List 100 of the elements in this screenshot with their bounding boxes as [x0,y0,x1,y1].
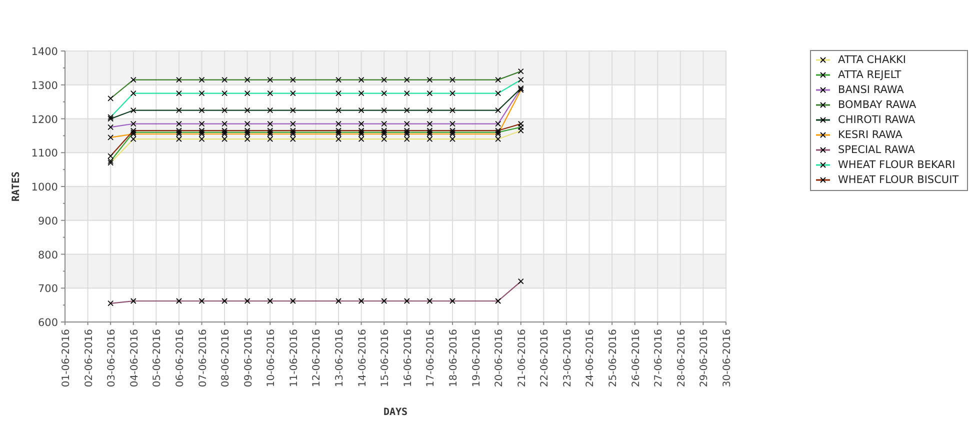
point-marker [244,107,250,114]
point-marker [130,298,136,304]
point-marker [108,124,114,130]
point-marker [290,90,296,96]
point-marker [108,300,114,306]
point-marker [244,298,250,304]
point-marker [222,298,228,304]
point-marker [267,107,274,114]
x-tick-label: 10-06-2016 [266,329,278,388]
x-tick-label: 25-06-2016 [608,329,620,388]
y-tick-label: 1200 [31,114,58,126]
x-tick-label: 30-06-2016 [722,329,733,388]
point-marker [381,298,388,304]
point-marker [426,76,433,83]
x-tick-label: 26-06-2016 [630,329,642,388]
x-tick-label: 19-06-2016 [471,329,482,388]
x-tick-label: 05-06-2016 [152,329,164,388]
point-marker [450,90,456,96]
x-tick-label: 02-06-2016 [84,329,95,388]
y-tick-label: 1100 [31,148,58,160]
point-marker [495,76,502,83]
point-marker [267,298,274,304]
point-marker [358,298,364,304]
x-tick-label: 07-06-2016 [198,329,209,388]
point-marker [381,107,388,114]
point-marker [404,90,410,96]
point-marker [404,298,410,304]
point-marker [450,107,456,114]
point-marker [244,90,250,96]
y-tick-label: 800 [38,249,58,262]
point-marker [176,107,182,114]
y-tick-label: 600 [38,317,58,329]
x-tick-label: 23-06-2016 [562,329,574,388]
point-marker [130,76,136,83]
x-tick-label: 22-06-2016 [540,329,551,388]
x-tick-label: 03-06-2016 [106,329,118,388]
point-marker [198,76,205,83]
x-tick-label: 20-06-2016 [494,329,506,388]
point-marker [130,107,136,114]
x-axis-title: DAYS [383,407,408,418]
legend-label: WHEAT FLOUR BEKARI [838,159,956,171]
point-marker [244,76,250,83]
x-tick-label: 14-06-2016 [357,329,368,388]
x-tick-label: 04-06-2016 [129,329,140,388]
x-tick-label: 21-06-2016 [516,329,528,388]
x-tick-label: 18-06-2016 [448,329,460,388]
point-marker [495,107,502,114]
legend-label: WHEAT FLOUR BISCUIT [838,174,959,186]
x-tick-label: 08-06-2016 [220,329,232,388]
point-marker [495,298,502,304]
x-tick-label: 28-06-2016 [676,329,688,388]
point-marker [290,298,296,304]
x-tick-label: 06-06-2016 [174,329,186,388]
point-marker [336,107,342,114]
point-marker [176,76,182,83]
point-marker [267,90,274,96]
legend-label: BOMBAY RAWA [838,99,916,111]
point-marker [290,107,296,114]
point-marker [495,90,502,96]
point-marker [404,76,410,83]
point-marker [518,278,524,284]
point-marker [450,298,456,304]
legend-label: ATTA REJELT [838,69,902,81]
point-marker [518,68,524,74]
y-axis-title: RATES [11,171,22,202]
point-marker [108,95,114,102]
x-tick-label: 13-06-2016 [334,329,346,388]
point-marker [267,76,274,83]
y-tick-label: 1300 [31,80,58,92]
point-marker [198,107,205,114]
x-tick-label: 24-06-2016 [585,329,596,388]
x-tick-label: 12-06-2016 [312,329,323,388]
point-marker [222,90,228,96]
x-tick-label: 11-06-2016 [288,329,300,388]
point-marker [426,90,433,96]
legend-label: BANSI RAWA [838,84,904,96]
point-marker [426,107,433,114]
x-tick-label: 29-06-2016 [699,329,710,388]
point-marker [108,134,114,140]
point-marker [336,90,342,96]
point-marker [358,76,364,83]
point-marker [381,90,388,96]
point-marker [222,76,228,83]
y-tick-label: 1400 [31,46,58,58]
point-marker [518,76,524,83]
x-tick-label: 27-06-2016 [654,329,665,388]
x-tick-label: 01-06-2016 [61,329,72,388]
x-tick-label: 16-06-2016 [402,329,414,388]
legend-label: CHIROTI RAWA [838,114,916,126]
point-marker [404,107,410,114]
point-marker [290,76,296,83]
point-marker [198,298,205,304]
point-marker [176,298,182,304]
point-marker [358,107,364,114]
x-tick-label: 17-06-2016 [426,329,437,388]
point-marker [176,90,182,96]
y-tick-label: 900 [38,215,58,228]
legend-label: ATTA CHAKKI [838,54,906,66]
point-marker [358,90,364,96]
point-marker [130,90,136,96]
